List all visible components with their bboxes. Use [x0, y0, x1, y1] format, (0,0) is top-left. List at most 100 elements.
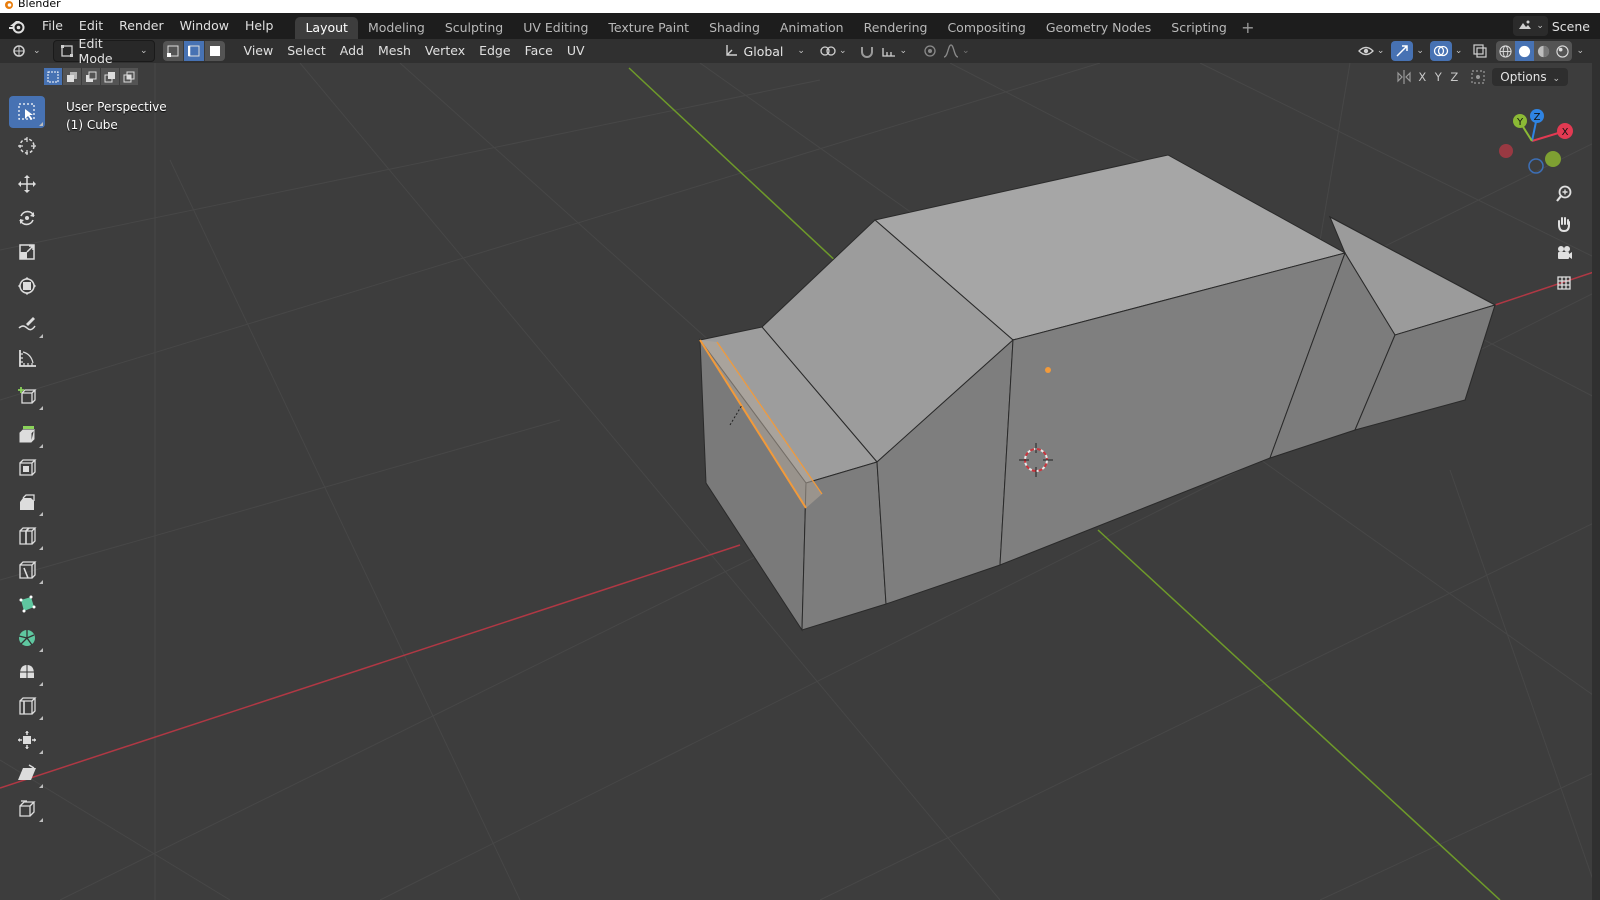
proportional-falloff-dropdown[interactable]: ⌄ — [940, 41, 973, 61]
tool-select-box[interactable] — [9, 96, 45, 128]
vertex-select-icon — [166, 45, 179, 57]
tab-layout[interactable]: Layout — [295, 17, 358, 39]
material-shading-button[interactable] — [1534, 45, 1553, 58]
navigation-gizmo[interactable]: X Z Y — [1499, 109, 1573, 174]
pivot-point-dropdown[interactable]: ⌄ — [817, 41, 850, 61]
tab-rendering[interactable]: Rendering — [854, 17, 938, 39]
box-select-mode-group — [44, 68, 139, 85]
tool-spin[interactable] — [9, 622, 45, 654]
tab-modeling[interactable]: Modeling — [358, 17, 435, 39]
add-workspace-button[interactable]: + — [1237, 17, 1259, 39]
car-mesh[interactable] — [699, 154, 1497, 632]
select-subtract-button[interactable] — [82, 68, 100, 85]
tool-bevel[interactable] — [9, 486, 45, 518]
editor-type-button[interactable]: ⌄ — [8, 41, 45, 61]
tool-transform[interactable] — [9, 270, 45, 302]
gizmo-toggle[interactable] — [1391, 41, 1414, 61]
tool-poly-build[interactable] — [9, 588, 45, 620]
tool-measure[interactable] — [9, 342, 45, 374]
tool-cursor[interactable] — [9, 130, 45, 162]
menu-vertex[interactable]: Vertex — [418, 41, 472, 61]
scene-browse-button[interactable]: ⌄ — [1513, 16, 1548, 36]
blender-logo-icon[interactable] — [6, 15, 28, 37]
menu-select[interactable]: Select — [280, 41, 333, 61]
chevron-down-icon[interactable]: ⌄ — [1455, 46, 1463, 56]
tool-shear[interactable] — [9, 758, 45, 790]
chevron-down-icon[interactable]: ⌄ — [1416, 46, 1424, 56]
chevron-down-icon[interactable]: ⌄ — [1576, 46, 1584, 56]
tool-extrude-region[interactable] — [9, 418, 45, 450]
face-select-button[interactable] — [204, 41, 225, 61]
viewport-info-overlay: User Perspective (1) Cube — [66, 98, 167, 134]
camera-view-button[interactable] — [1551, 240, 1577, 266]
mirror-icon[interactable] — [1396, 69, 1412, 85]
visibility-dropdown[interactable]: ⌄ — [1355, 41, 1388, 61]
menu-face[interactable]: Face — [518, 41, 560, 61]
select-invert-button[interactable] — [101, 68, 119, 85]
menu-add[interactable]: Add — [333, 41, 371, 61]
orientation-icon — [725, 45, 737, 56]
rendered-shading-button[interactable] — [1553, 44, 1572, 58]
menu-view[interactable]: View — [237, 41, 281, 61]
tool-inset-faces[interactable] — [9, 452, 45, 484]
projection-toggle-button[interactable] — [1551, 270, 1577, 296]
tool-rotate[interactable] — [9, 202, 45, 234]
snap-target-dropdown[interactable]: ⌄ — [878, 41, 911, 61]
gizmo-x-label: X — [1562, 127, 1569, 138]
tab-scripting[interactable]: Scripting — [1161, 17, 1237, 39]
select-extend-button[interactable] — [63, 68, 81, 85]
overlay-toggle[interactable] — [1429, 41, 1452, 61]
edge-select-button[interactable] — [183, 41, 205, 61]
tool-smooth[interactable] — [9, 656, 45, 688]
tool-edge-slide[interactable] — [9, 690, 45, 722]
menu-edge[interactable]: Edge — [472, 41, 517, 61]
menu-window[interactable]: Window — [172, 15, 237, 37]
proportional-edit-toggle[interactable] — [920, 41, 940, 61]
menu-edit[interactable]: Edit — [71, 15, 111, 37]
tool-knife[interactable] — [9, 554, 45, 586]
3d-viewport[interactable]: X Z Y — [0, 63, 1600, 900]
tab-geometry-nodes[interactable]: Geometry Nodes — [1036, 17, 1161, 39]
tab-sculpting[interactable]: Sculpting — [435, 17, 513, 39]
tool-add-cube[interactable] — [9, 380, 45, 412]
viewport-scene[interactable]: X Z Y — [0, 63, 1600, 900]
solid-shading-button[interactable] — [1515, 41, 1535, 61]
properties-panel-edge[interactable] — [1592, 63, 1600, 900]
xray-toggle[interactable] — [1470, 41, 1490, 61]
select-intersect-button[interactable] — [120, 68, 138, 85]
scene-name[interactable]: Scene — [1552, 19, 1600, 34]
wireframe-shading-button[interactable] — [1496, 44, 1515, 58]
menu-mesh[interactable]: Mesh — [371, 41, 418, 61]
tool-loop-cut[interactable] — [9, 520, 45, 552]
tool-rip-region[interactable] — [9, 792, 45, 824]
tab-uv-editing[interactable]: UV Editing — [513, 17, 598, 39]
mode-dropdown[interactable]: Edit Mode ⌄ — [52, 36, 155, 66]
editor-type-icon — [13, 45, 25, 57]
x-axis-line — [0, 544, 741, 789]
tool-annotate[interactable] — [9, 308, 45, 340]
vertex-select-button[interactable] — [162, 41, 184, 61]
menu-help[interactable]: Help — [237, 15, 282, 37]
topology-mirror-icon[interactable] — [1470, 69, 1486, 85]
mirror-z-toggle[interactable]: Z — [1446, 68, 1462, 86]
tab-texture-paint[interactable]: Texture Paint — [598, 17, 699, 39]
mirror-x-toggle[interactable]: X — [1414, 68, 1430, 86]
tab-compositing[interactable]: Compositing — [937, 17, 1035, 39]
mirror-y-toggle[interactable]: Y — [1430, 68, 1446, 86]
tab-shading[interactable]: Shading — [699, 17, 770, 39]
select-new-button[interactable] — [44, 68, 62, 85]
gizmo-y-label: Y — [1516, 117, 1524, 128]
tool-shrink-fatten[interactable] — [9, 724, 45, 756]
shear-icon — [18, 764, 36, 780]
tool-move[interactable] — [9, 168, 45, 200]
menu-render[interactable]: Render — [111, 15, 172, 37]
zoom-button[interactable] — [1551, 181, 1577, 207]
tool-scale[interactable] — [9, 236, 45, 268]
options-dropdown[interactable]: Options ⌄ — [1492, 68, 1568, 86]
tab-animation[interactable]: Animation — [770, 17, 854, 39]
pan-button[interactable] — [1551, 211, 1577, 237]
transform-orientation-dropdown[interactable]: Global ⌄ — [720, 41, 809, 61]
menu-uv[interactable]: UV — [560, 41, 592, 61]
menu-file[interactable]: File — [34, 15, 71, 37]
snap-toggle[interactable] — [856, 41, 878, 61]
